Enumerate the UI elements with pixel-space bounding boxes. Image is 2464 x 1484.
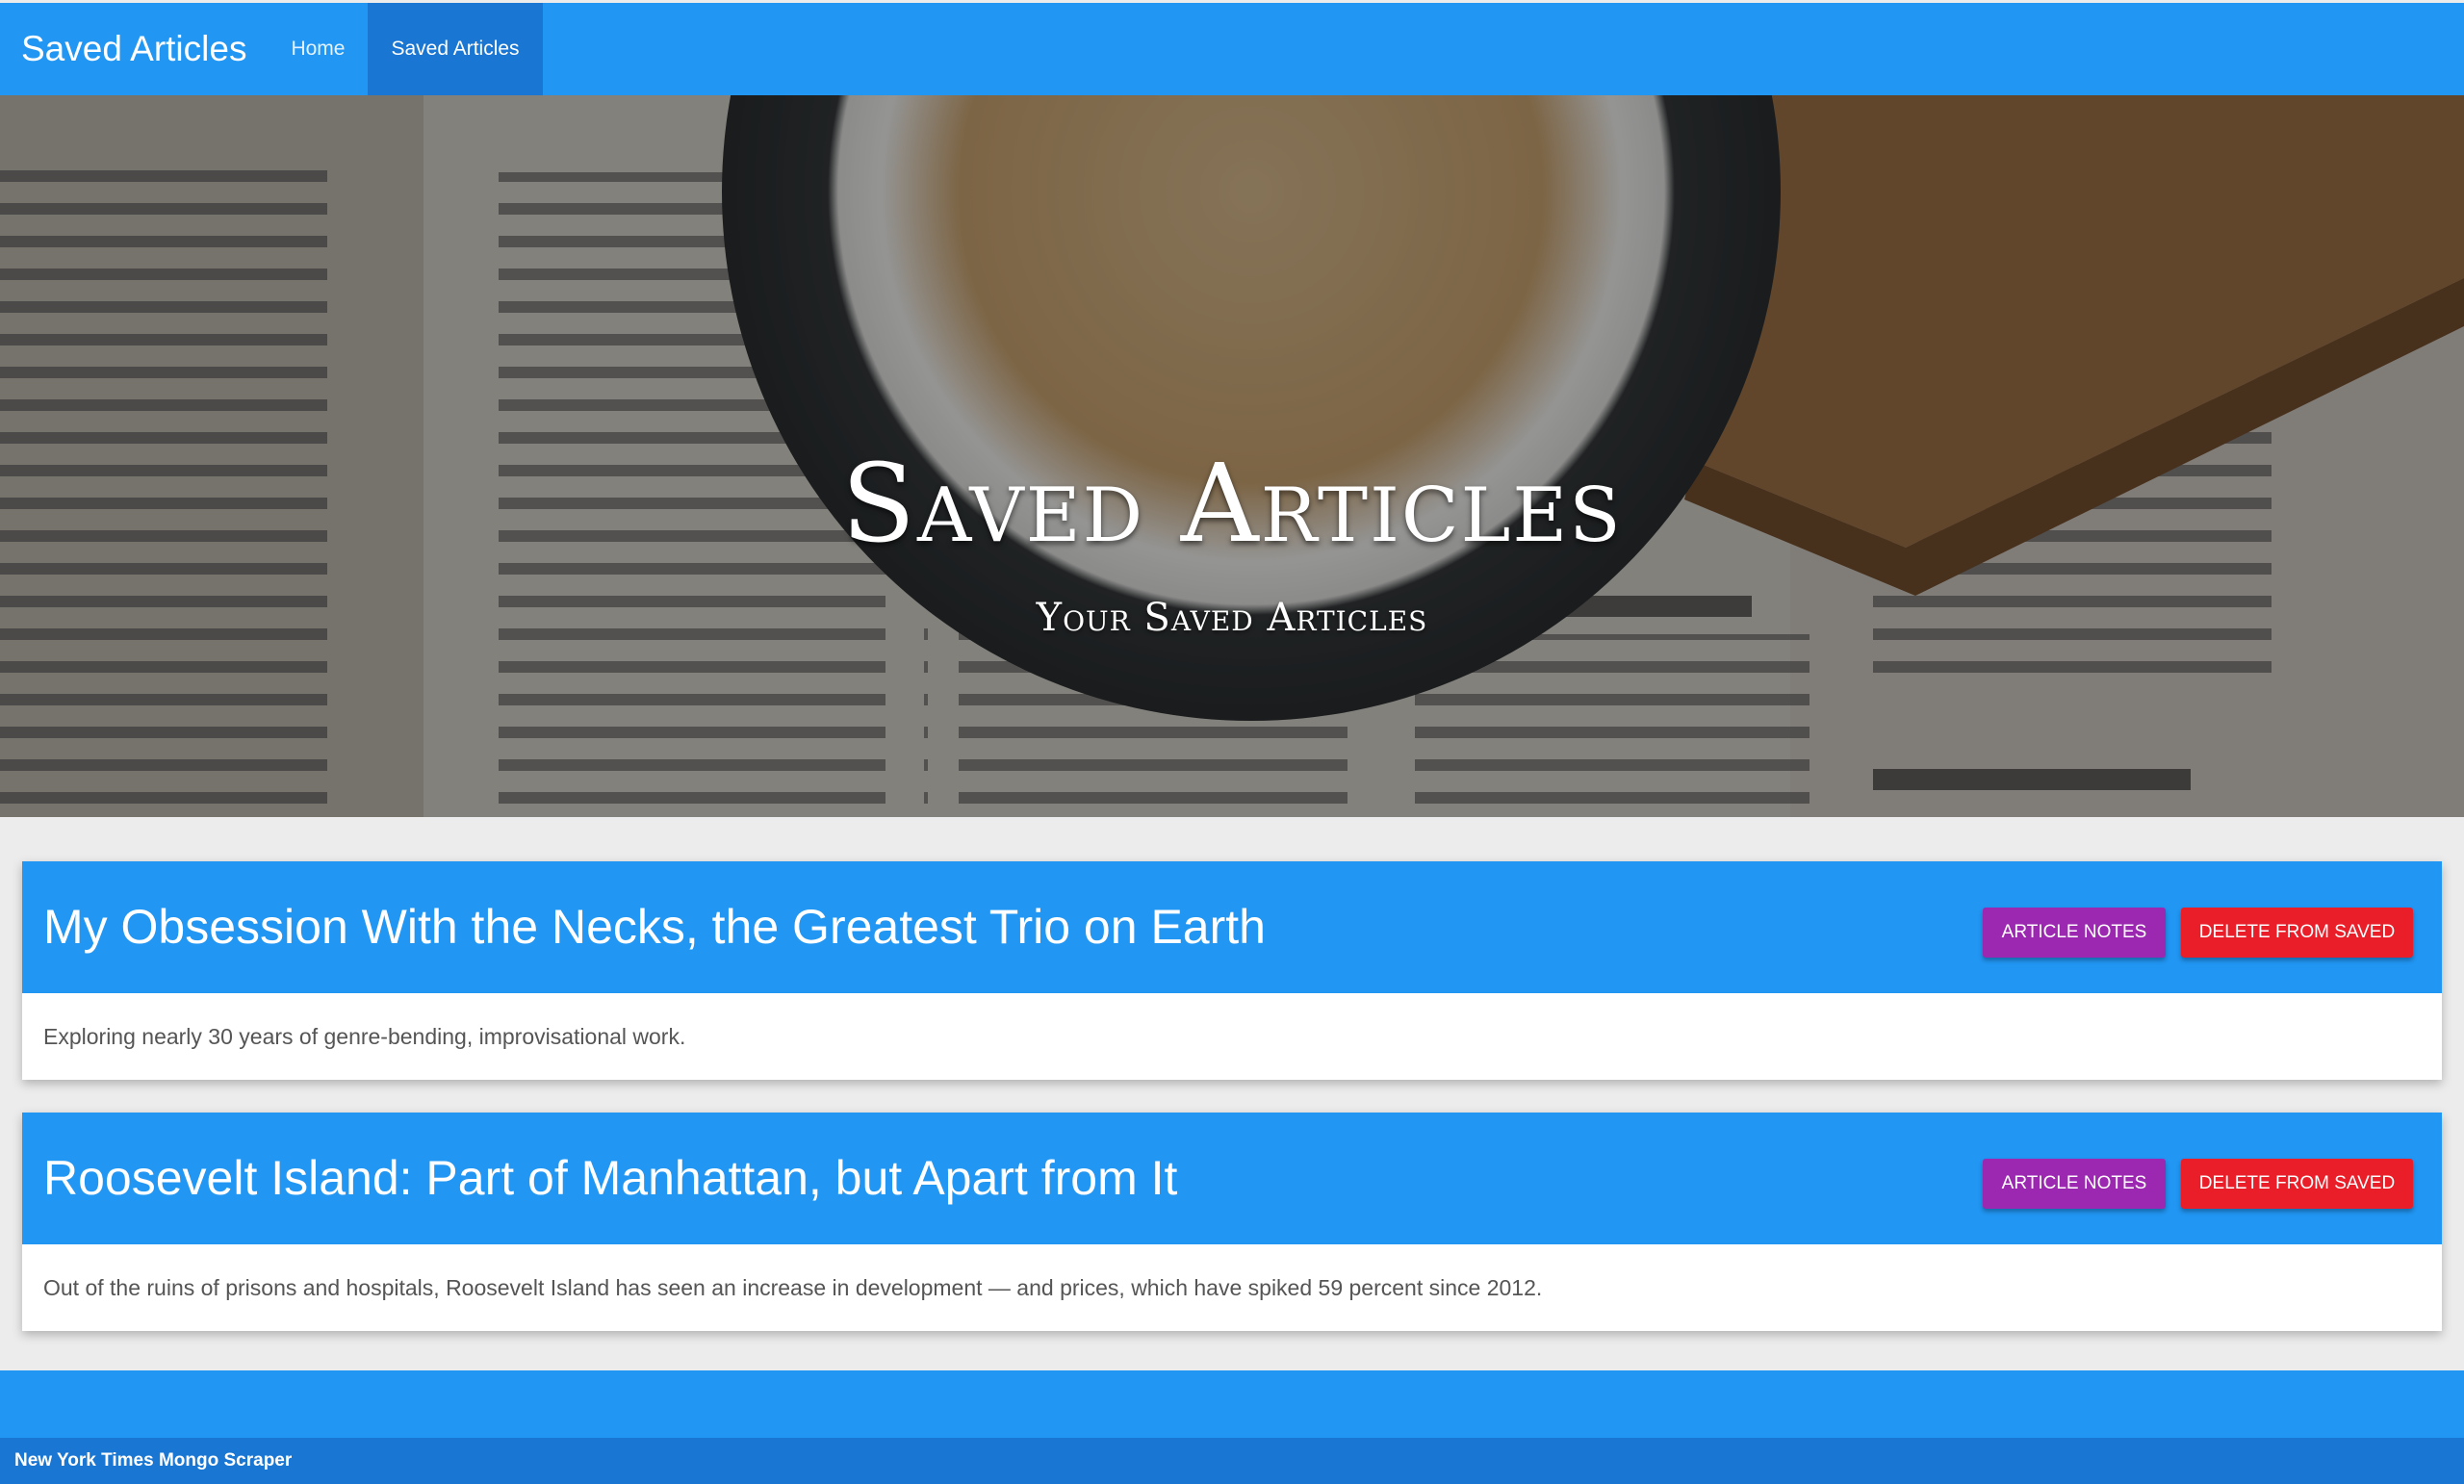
article-summary: Exploring nearly 30 years of genre-bendi… [43, 1024, 686, 1049]
brand-logo[interactable]: Saved Articles [0, 3, 268, 95]
nav-link-home[interactable]: Home [268, 3, 368, 95]
nav-link-saved-articles[interactable]: Saved Articles [368, 3, 543, 95]
article-notes-button[interactable]: Article Notes [1983, 908, 2166, 958]
hero-subtitle: Your Saved Articles [1036, 596, 1428, 640]
article-card: Roosevelt Island: Part of Manhattan, but… [22, 1113, 2442, 1331]
delete-from-saved-button[interactable]: Delete From Saved [2181, 1159, 2413, 1209]
footer-copyright-bar: New York Times Mongo Scraper [0, 1438, 2464, 1484]
delete-from-saved-button[interactable]: Delete From Saved [2181, 908, 2413, 958]
hero-banner: Saved Articles Your Saved Articles [0, 95, 2464, 817]
hero-title: Saved Articles [841, 442, 1623, 567]
article-notes-button[interactable]: Article Notes [1983, 1159, 2166, 1209]
article-card-header: My Obsession With the Necks, the Greates… [22, 861, 2442, 993]
article-summary: Out of the ruins of prisons and hospital… [43, 1275, 1543, 1300]
article-card: My Obsession With the Necks, the Greates… [22, 861, 2442, 1080]
nav-links: Home Saved Articles [268, 3, 543, 95]
footer-text: New York Times Mongo Scraper [14, 1450, 293, 1471]
top-navbar: Saved Articles Home Saved Articles [0, 3, 2464, 95]
article-title[interactable]: My Obsession With the Necks, the Greates… [43, 861, 1266, 993]
page-footer: New York Times Mongo Scraper [0, 1370, 2464, 1484]
article-card-header: Roosevelt Island: Part of Manhattan, but… [22, 1113, 2442, 1244]
article-title[interactable]: Roosevelt Island: Part of Manhattan, but… [43, 1113, 1177, 1244]
